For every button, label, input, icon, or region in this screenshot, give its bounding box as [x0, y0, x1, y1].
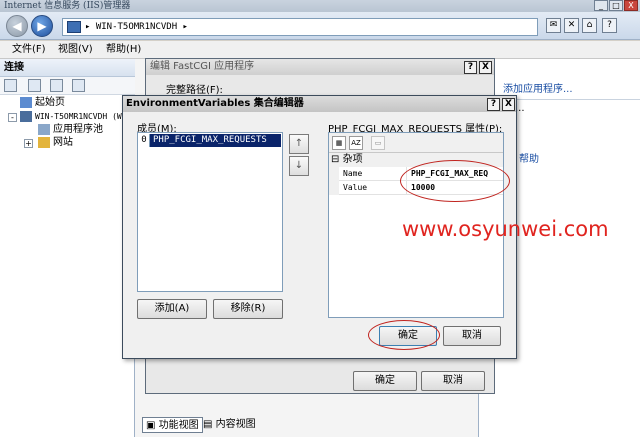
connections-panel: 连接 起始页 - WIN-T5OMR1NCVDH (W 应用程序池 + 网站 — [0, 59, 135, 437]
fastcgi-ok-button[interactable]: 确定 — [353, 371, 417, 391]
app-pool-icon — [38, 123, 50, 135]
move-up-button[interactable]: ↑ — [289, 134, 309, 154]
annotation-ellipse-ok — [368, 320, 440, 350]
mail-icon[interactable]: ✉ — [546, 18, 561, 33]
fastcgi-dialog-title: 编辑 FastCGI 应用程序 — [146, 59, 494, 75]
refresh-icon[interactable] — [50, 79, 63, 92]
tree-expand-toggle[interactable]: + — [24, 139, 33, 148]
close-button[interactable]: X — [624, 0, 638, 11]
help-link[interactable]: 帮助 — [519, 153, 539, 166]
connect-icon[interactable] — [4, 79, 17, 92]
view-tabs: ▣ 功能视图 ▤ 内容视图 — [140, 416, 440, 434]
fastcgi-close-button[interactable]: X — [479, 61, 492, 74]
tree-item-app-pools[interactable]: 应用程序池 — [38, 123, 103, 136]
minimize-button[interactable]: _ — [594, 0, 608, 11]
sites-folder-icon — [38, 136, 50, 148]
fastcgi-cancel-button[interactable]: 取消 — [421, 371, 485, 391]
menu-file[interactable]: 文件(F) — [12, 43, 46, 57]
category-label: 杂项 — [342, 154, 363, 165]
alphabetical-icon[interactable]: AZ — [349, 136, 363, 150]
property-grid-toolbar: ▦ AZ ▭ — [329, 133, 503, 153]
remove-button[interactable]: 移除(R) — [213, 299, 283, 319]
tree-item-sites[interactable]: 网站 — [38, 136, 73, 149]
back-button[interactable]: ◀ — [6, 15, 28, 37]
property-pages-icon[interactable]: ▭ — [371, 136, 385, 150]
navigation-bar: ◀ ▶ ▸ WIN-T5OMR1NCVDH ▸ ✉ ✕ ⌂ ? — [0, 12, 640, 40]
cancel-button[interactable]: 取消 — [443, 326, 501, 346]
annotation-ellipse-properties — [400, 160, 510, 202]
members-list[interactable]: 0 PHP_FCGI_MAX_REQUESTS — [137, 132, 283, 292]
category-collapse-icon[interactable]: ⊟ — [331, 154, 339, 165]
watermark: www.osyunwei.com — [402, 217, 609, 241]
help-icon[interactable]: ? — [602, 18, 617, 33]
maximize-button[interactable]: □ — [609, 0, 623, 11]
tree-collapse-toggle[interactable]: - — [8, 113, 17, 122]
list-item[interactable]: 0 PHP_FCGI_MAX_REQUESTS — [139, 134, 281, 147]
forward-button[interactable]: ▶ — [31, 15, 53, 37]
env-help-button[interactable]: ? — [487, 98, 500, 111]
categorized-icon[interactable]: ▦ — [332, 136, 346, 150]
tree-item-start-page[interactable]: 起始页 — [20, 96, 65, 109]
move-down-button[interactable]: ↓ — [289, 156, 309, 176]
address-text: ▸ WIN-T5OMR1NCVDH ▸ — [85, 22, 188, 32]
tree-item-server[interactable]: WIN-T5OMR1NCVDH (W — [20, 110, 122, 123]
connection-icon[interactable] — [72, 79, 85, 92]
menu-bar: 文件(F) 视图(V) 帮助(H) — [0, 41, 640, 59]
property-name: Value — [343, 181, 407, 195]
address-bar[interactable]: ▸ WIN-T5OMR1NCVDH ▸ — [62, 18, 538, 36]
env-close-button[interactable]: X — [502, 98, 515, 111]
stop-icon[interactable]: ✕ — [564, 18, 579, 33]
env-dialog-title: EnvironmentVariables 集合编辑器 — [123, 96, 516, 112]
home-icon[interactable]: ⌂ — [582, 18, 597, 33]
server-icon — [20, 111, 32, 122]
save-icon[interactable] — [28, 79, 41, 92]
add-button[interactable]: 添加(A) — [137, 299, 207, 319]
window-title: Internet 信息服务 (IIS)管理器 — [4, 1, 131, 11]
fastcgi-help-button[interactable]: ? — [464, 61, 477, 74]
full-path-label: 完整路径(F): — [166, 85, 223, 96]
property-name: Name — [343, 167, 407, 181]
tab-features-view[interactable]: ▣ 功能视图 — [142, 417, 203, 433]
menu-view[interactable]: 视图(V) — [58, 43, 93, 57]
connections-header: 连接 — [0, 59, 135, 77]
tab-content-view[interactable]: ▤ 内容视图 — [200, 417, 259, 433]
property-gutter — [329, 181, 339, 195]
property-gutter — [329, 167, 339, 181]
menu-help[interactable]: 帮助(H) — [106, 43, 141, 57]
connections-toolbar — [0, 77, 135, 95]
server-icon — [67, 21, 81, 33]
start-page-icon — [20, 96, 32, 108]
